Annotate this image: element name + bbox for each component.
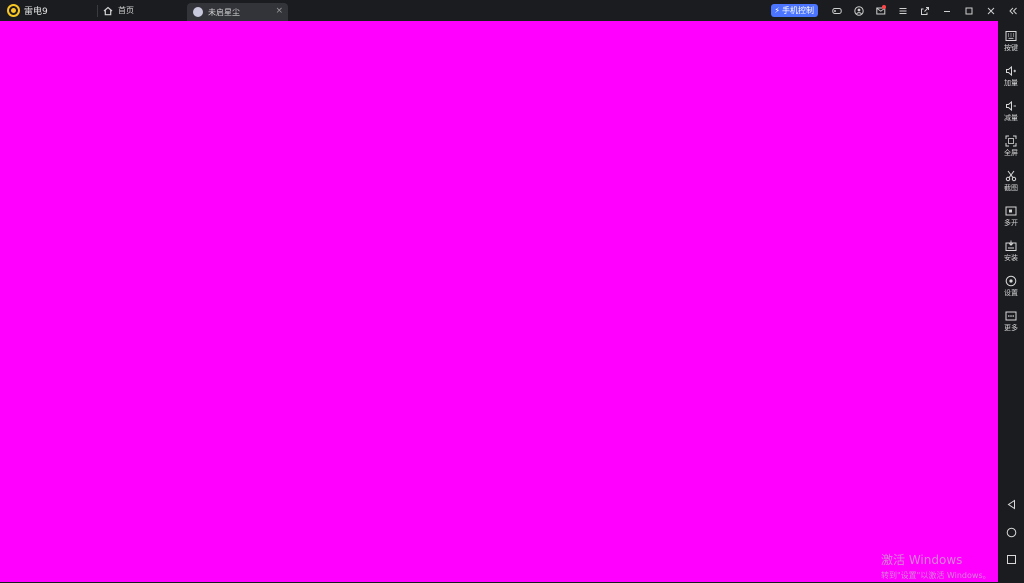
apk-install-icon	[1005, 240, 1017, 251]
scissors-icon	[1005, 170, 1017, 182]
app-title: 雷电9	[24, 7, 48, 17]
collapse-icon	[1009, 7, 1017, 14]
popout-icon	[921, 6, 929, 15]
gamepad-button[interactable]	[826, 0, 848, 21]
tab-close-icon[interactable]: ×	[275, 6, 283, 16]
message-button[interactable]	[870, 0, 892, 21]
phone-control-button[interactable]: ⚡ 手机控制	[771, 4, 818, 17]
tab-game-label: 未启星尘	[208, 7, 240, 17]
title-bar: 雷电9 首页 未启星尘 × ⚡ 手机控制	[0, 0, 1024, 21]
user-icon	[854, 5, 864, 16]
account-button[interactable]	[848, 0, 870, 21]
sidebar-item-volume-up[interactable]: 加量	[998, 65, 1024, 87]
sidebar-label: 加量	[1004, 79, 1018, 87]
watermark-title: 激活 Windows	[881, 553, 963, 567]
home-icon	[103, 6, 113, 15]
game-avatar-icon	[193, 7, 203, 17]
right-toolbar: 按键 加量 减量 全屏 截图 多开 安装 设置 更多	[998, 21, 1024, 583]
sidebar-label: 按键	[1004, 44, 1018, 52]
sidebar-label: 截图	[1004, 184, 1018, 192]
maximize-icon	[965, 7, 973, 14]
volume-up-icon	[1006, 65, 1016, 77]
sidebar-item-keymap[interactable]: 按键	[998, 30, 1024, 52]
sidebar-item-install[interactable]: 安装	[998, 240, 1024, 262]
keyboard-icon	[1005, 31, 1017, 41]
nav-recents-button[interactable]	[998, 554, 1024, 565]
sidebar-item-fullscreen[interactable]: 全屏	[998, 135, 1024, 157]
close-icon	[987, 7, 995, 14]
tab-game[interactable]: 未启星尘 ×	[187, 3, 288, 21]
fullscreen-icon	[1005, 135, 1017, 147]
tab-home-label: 首页	[118, 6, 134, 15]
popout-button[interactable]	[914, 0, 936, 21]
tab-home[interactable]: 首页	[98, 2, 187, 20]
sidebar-item-screenshot[interactable]: 截图	[998, 170, 1024, 192]
collapse-sidebar-button[interactable]	[1002, 0, 1024, 21]
gamepad-icon	[832, 7, 842, 14]
settings-icon	[1005, 275, 1017, 287]
sidebar-label: 更多	[1004, 324, 1018, 332]
multi-instance-icon	[1005, 206, 1017, 216]
nav-back-button[interactable]	[998, 499, 1024, 510]
phone-control-label: 手机控制	[782, 6, 814, 15]
home-icon	[1006, 527, 1016, 538]
sidebar-label: 多开	[1004, 219, 1018, 227]
ldplayer-logo-icon	[7, 4, 20, 17]
sidebar-label: 设置	[1004, 289, 1018, 297]
watermark-subtitle: 转到"设置"以激活 Windows。	[881, 571, 991, 580]
nav-home-button[interactable]	[998, 527, 1024, 538]
bolt-icon: ⚡	[774, 6, 780, 15]
windows-activation-watermark: 激活 Windows 转到"设置"以激活 Windows。	[881, 551, 991, 581]
close-button[interactable]	[980, 0, 1002, 21]
more-icon	[1005, 311, 1017, 321]
app-logo: 雷电9	[7, 4, 92, 17]
sidebar-item-more[interactable]: 更多	[998, 310, 1024, 332]
recents-icon	[1006, 555, 1016, 564]
sidebar-label: 全屏	[1004, 149, 1018, 157]
sidebar-label: 安装	[1004, 254, 1018, 262]
emulator-screen[interactable]	[0, 21, 998, 582]
minimize-button[interactable]	[936, 0, 958, 21]
volume-down-icon	[1006, 100, 1016, 112]
sidebar-item-multi-instance[interactable]: 多开	[998, 205, 1024, 227]
menu-button[interactable]	[892, 0, 914, 21]
notification-dot	[882, 5, 886, 9]
sidebar-label: 减量	[1004, 114, 1018, 122]
sidebar-item-settings[interactable]: 设置	[998, 275, 1024, 297]
minimize-icon	[944, 10, 950, 12]
maximize-button[interactable]	[958, 0, 980, 21]
sidebar-item-volume-down[interactable]: 减量	[998, 100, 1024, 122]
back-icon	[1007, 499, 1015, 510]
menu-icon	[899, 7, 907, 14]
